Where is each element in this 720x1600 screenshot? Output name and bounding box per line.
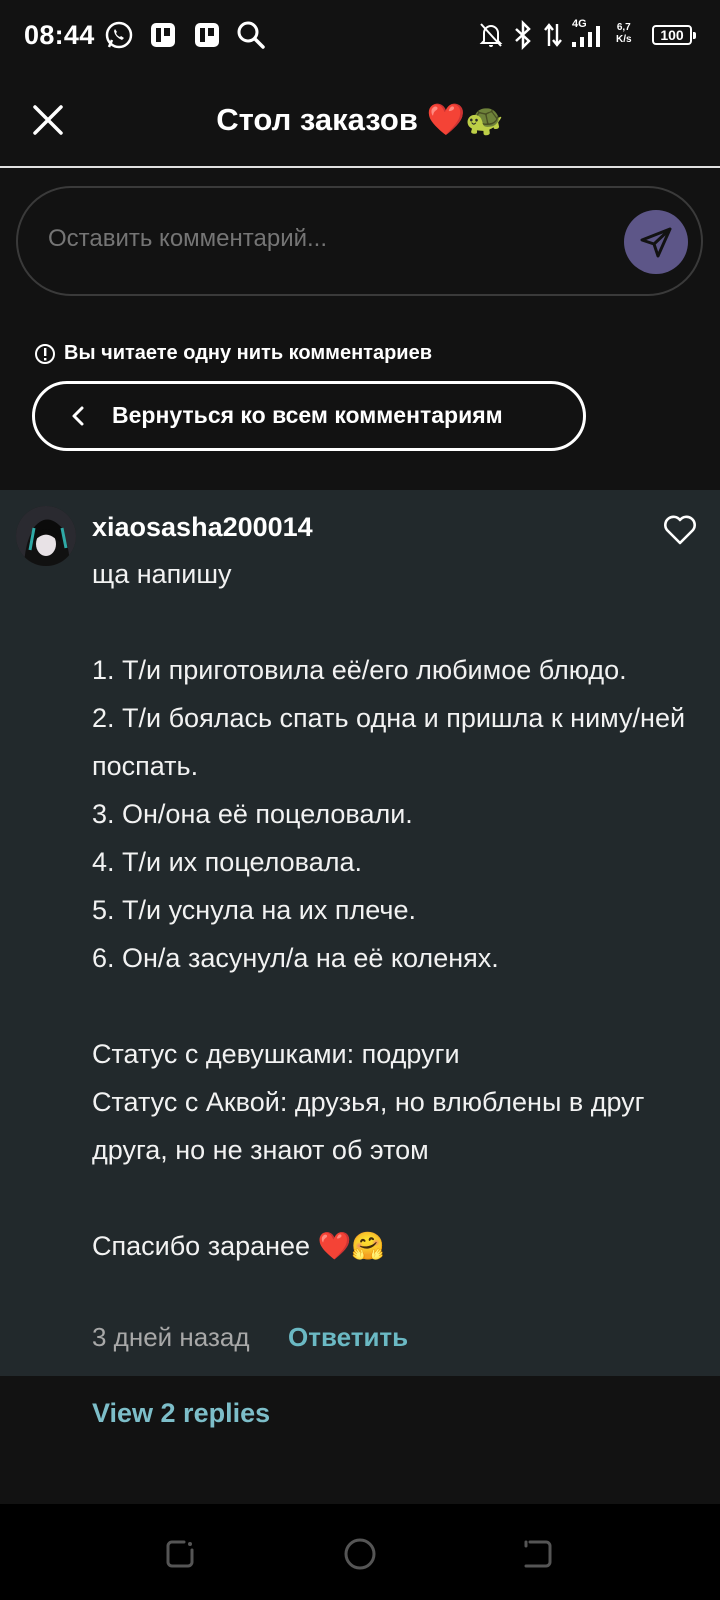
view-replies-link[interactable]: View 2 replies [92,1398,270,1429]
mute-icon [479,23,503,47]
back-to-all-comments-label: Вернуться ко всем комментариям [112,402,503,428]
network-speed: 6,7 K/s [616,22,632,46]
like-heart-icon[interactable] [662,512,698,548]
p-app-icon [151,23,175,47]
chevron-left-icon [72,406,84,426]
search-icon [237,21,265,49]
info-icon [35,343,55,364]
comment-body: ща напишу 1. Т/и приготовила её/его люби… [92,559,686,1261]
reply-button[interactable]: Ответить [288,1322,408,1353]
recent-apps-icon[interactable] [164,1538,196,1570]
p-app-icon [195,23,219,47]
comment-username[interactable]: xiaosasha200014 [92,512,313,543]
page-title: Стол заказов ❤️🐢 [216,102,504,137]
status-bar: 08:44 4G 6,7 K/s 100 [0,0,720,72]
header-divider [0,166,720,168]
thread-notice: Вы читаете одну нить комментариев [34,342,432,365]
status-time: 08:44 [24,20,95,50]
home-icon[interactable] [342,1536,378,1572]
battery-indicator: 100 [652,25,696,45]
avatar-image [16,506,76,566]
back-icon[interactable] [522,1538,554,1570]
speed-unit: K/s [616,34,632,45]
thread-notice-text: Вы читаете одну нить комментариев [64,342,433,364]
comment-timestamp: 3 дней назад [92,1322,250,1352]
send-icon [640,227,672,258]
signal-icon [572,26,600,47]
bluetooth-icon [515,20,531,50]
send-button[interactable] [624,210,688,274]
speed-value: 6,7 [616,22,631,33]
avatar[interactable] [16,506,76,566]
system-navigation-bar [0,1504,720,1600]
data-arrows-icon [544,23,562,47]
whatsapp-icon [105,21,133,49]
comment-input[interactable] [48,225,568,253]
